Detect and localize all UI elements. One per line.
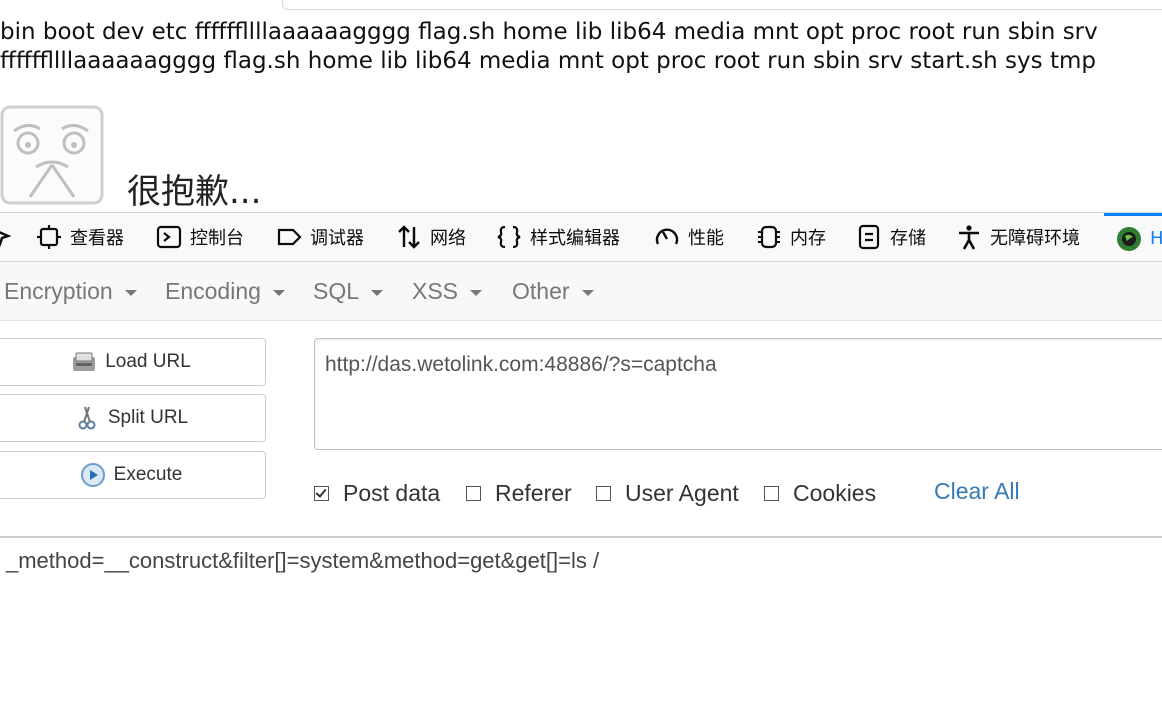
load-url-button[interactable]: Load URL	[0, 338, 266, 386]
button-label: Load URL	[105, 351, 191, 372]
tab-label: 内存	[790, 228, 826, 249]
tab-label: 控制台	[190, 228, 244, 249]
address-bar-edge[interactable]	[282, 0, 1162, 10]
tab-label: 查看器	[70, 228, 124, 249]
button-label: Split URL	[107, 407, 189, 428]
url-textarea[interactable]: http://das.wetolink.com:48886/?s=captcha	[314, 338, 1162, 450]
tab-storage[interactable]: 存储	[856, 213, 926, 261]
button-label: Execute	[113, 464, 183, 485]
hackbar-icon	[1117, 226, 1141, 251]
memory-icon	[758, 225, 780, 249]
element-picker-button[interactable]	[0, 213, 12, 261]
accessibility-icon	[959, 225, 979, 250]
hackbar-menu: Encryption Encoding SQL XSS Other	[0, 262, 1162, 321]
load-url-icon	[73, 352, 96, 371]
command-output-line-1: bin boot dev etc ffffffllllaaaaaagggg fl…	[0, 19, 1098, 45]
option-user-agent[interactable]: User Agent	[596, 478, 739, 508]
tab-performance[interactable]: 性能	[654, 213, 724, 261]
tab-label: 无障碍环境	[990, 228, 1080, 249]
post-data-input[interactable]: _method=__construct&filter[]=system&meth…	[6, 548, 599, 574]
tab-inspector[interactable]: 查看器	[36, 213, 124, 261]
cookies-checkbox[interactable]	[764, 485, 779, 501]
error-message: 很抱歉...	[127, 172, 262, 212]
inspector-icon	[37, 225, 61, 249]
tab-memory[interactable]: 内存	[756, 213, 826, 261]
tab-label: 存储	[890, 228, 926, 249]
caret-down-icon	[371, 290, 384, 296]
menu-label: XSS	[412, 277, 459, 304]
element-picker-icon	[0, 231, 12, 247]
console-icon	[156, 225, 182, 249]
menu-label: Other	[512, 277, 570, 304]
tab-hackbar[interactable]: H	[1104, 213, 1162, 261]
option-cookies[interactable]: Cookies	[764, 478, 876, 508]
option-post-data[interactable]: Post data	[314, 478, 440, 508]
storage-icon	[858, 224, 880, 250]
menu-encryption[interactable]: Encryption	[4, 262, 137, 320]
tab-debugger[interactable]: 调试器	[276, 213, 364, 261]
caret-down-icon	[272, 290, 285, 296]
play-icon	[80, 463, 105, 487]
browser-top-bar	[0, 0, 1162, 10]
split-url-button[interactable]: Split URL	[0, 394, 266, 442]
tab-style-editor[interactable]: 样式编辑器	[496, 213, 620, 261]
caret-down-icon	[470, 290, 483, 296]
tab-network[interactable]: 网络	[396, 213, 466, 261]
menu-label: Encryption	[4, 277, 113, 304]
sad-face-icon	[0, 105, 104, 205]
referer-checkbox[interactable]	[466, 485, 481, 501]
network-icon	[398, 225, 420, 249]
tab-label: 性能	[688, 228, 724, 249]
option-referer[interactable]: Referer	[466, 478, 572, 508]
tab-console[interactable]: 控制台	[156, 213, 244, 261]
devtools-toolbar: 查看器 控制台 调试器 网络 样式编辑器 性能 内存 存储 无障碍环境 H	[0, 212, 1162, 262]
clear-all-link[interactable]: Clear All	[934, 478, 1020, 505]
option-label: Referer	[495, 479, 572, 506]
menu-label: SQL	[313, 277, 360, 304]
caret-down-icon	[124, 290, 137, 296]
post-data-checkbox[interactable]	[314, 485, 329, 501]
user-agent-checkbox[interactable]	[596, 485, 611, 501]
menu-encoding[interactable]: Encoding	[165, 262, 285, 320]
tab-label: 样式编辑器	[530, 228, 620, 249]
panel-divider[interactable]	[0, 536, 1162, 538]
style-editor-icon	[497, 225, 521, 249]
option-label: Post data	[343, 479, 441, 506]
tab-label: 调试器	[310, 228, 364, 249]
execute-button[interactable]: Execute	[0, 451, 266, 499]
menu-other[interactable]: Other	[512, 262, 594, 320]
command-output-line-2: ffffffllllaaaaaagggg flag.sh home lib li…	[0, 48, 1096, 74]
scissors-icon	[78, 406, 96, 430]
menu-sql[interactable]: SQL	[313, 262, 384, 320]
menu-xss[interactable]: XSS	[412, 262, 483, 320]
tab-label: 网络	[430, 228, 466, 249]
tab-accessibility[interactable]: 无障碍环境	[956, 213, 1080, 261]
tab-label: H	[1150, 228, 1162, 249]
option-label: Cookies	[793, 479, 877, 506]
caret-down-icon	[581, 290, 594, 296]
option-label: User Agent	[625, 479, 739, 506]
debugger-icon	[277, 228, 302, 246]
performance-icon	[655, 228, 679, 245]
url-value: http://das.wetolink.com:48886/?s=captcha	[325, 353, 717, 376]
menu-label: Encoding	[165, 277, 261, 304]
